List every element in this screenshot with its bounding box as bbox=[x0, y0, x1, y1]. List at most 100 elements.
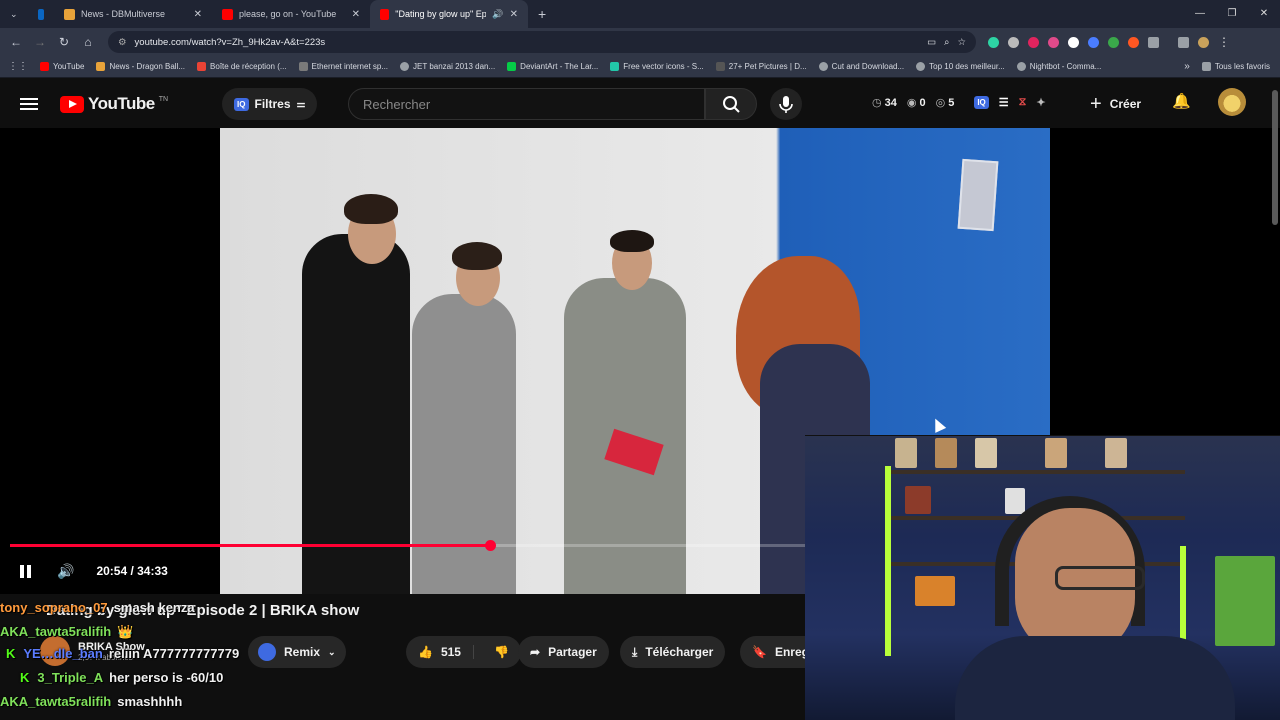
address-bar-row: ← → ↻ ⌂ ⚙ youtube.com/watch?v=Zh_9Hk2av-… bbox=[0, 28, 1280, 56]
bookmark-item[interactable]: JET banzai 2013 dan... bbox=[400, 62, 495, 71]
user-avatar[interactable] bbox=[1218, 88, 1246, 116]
search-input[interactable]: Rechercher bbox=[348, 88, 705, 120]
reload-icon[interactable]: ↻ bbox=[52, 35, 76, 49]
like-button[interactable]: 👍 515 bbox=[406, 645, 474, 659]
home-icon[interactable]: ⌂ bbox=[76, 35, 100, 49]
like-count: 515 bbox=[440, 645, 461, 659]
search-button[interactable] bbox=[705, 88, 757, 120]
shelf-item bbox=[975, 438, 997, 468]
menu-icon[interactable]: ⋮ bbox=[1218, 35, 1230, 49]
menu-icon[interactable] bbox=[20, 98, 38, 110]
webcam-overlay bbox=[805, 435, 1280, 720]
extension-icon[interactable] bbox=[988, 36, 999, 48]
bookmark-label: DeviantArt - The Lar... bbox=[520, 62, 599, 71]
progress-bar[interactable] bbox=[10, 540, 805, 551]
sliders-icon: ⚌ bbox=[296, 98, 306, 110]
bookmark-item[interactable]: Nightbot - Comma... bbox=[1016, 62, 1101, 71]
bookmark-item[interactable]: Top 10 des meilleur... bbox=[916, 62, 1005, 71]
tab-please-go-on[interactable]: please, go on - YouTube ✕ bbox=[212, 0, 370, 28]
filters-button[interactable]: IQ Filtres ⚌ bbox=[222, 88, 318, 120]
star-icon[interactable]: ☆ bbox=[957, 37, 966, 48]
sparkle-icon[interactable]: ✦ bbox=[1036, 96, 1045, 109]
close-window-icon[interactable]: ✕ bbox=[1248, 0, 1280, 28]
cast-icon[interactable]: ▭ bbox=[927, 37, 936, 48]
led-strip bbox=[885, 466, 891, 656]
close-icon[interactable]: ✕ bbox=[510, 9, 518, 20]
maximize-icon[interactable]: ❐ bbox=[1216, 0, 1248, 28]
extension-icon[interactable] bbox=[1048, 36, 1059, 48]
tab-dating-by-glow-up[interactable]: "Dating by glow up" Episod 🔊 ✕ bbox=[370, 0, 528, 28]
zoom-icon[interactable]: ⌕ bbox=[944, 37, 949, 48]
download-button[interactable]: ⤓ Télécharger bbox=[620, 636, 726, 668]
extension-icon[interactable] bbox=[1088, 36, 1099, 48]
volume-icon[interactable]: 🔊 bbox=[57, 563, 74, 580]
more-bookmarks-icon[interactable]: » bbox=[1184, 61, 1190, 72]
bookmark-item[interactable]: Ethernet internet sp... bbox=[298, 62, 388, 71]
page-icon bbox=[715, 62, 725, 71]
gmail-icon bbox=[197, 62, 207, 71]
bookmark-item[interactable]: YouTube bbox=[40, 62, 84, 71]
bookmark-item[interactable]: Cut and Download... bbox=[818, 62, 904, 71]
extension-icon[interactable] bbox=[1108, 36, 1119, 48]
close-icon[interactable]: ✕ bbox=[352, 9, 360, 20]
puzzle-icon[interactable] bbox=[1148, 36, 1159, 48]
create-button[interactable]: + Créer bbox=[1090, 88, 1141, 120]
eye-off-icon: ◎ bbox=[935, 97, 946, 109]
bookmark-item[interactable]: Boîte de réception (... bbox=[197, 62, 287, 71]
queue-icon[interactable]: ☰ bbox=[999, 96, 1009, 109]
page-scrollbar[interactable] bbox=[1272, 90, 1278, 225]
all-favorites-button[interactable]: Tous les favoris bbox=[1201, 62, 1270, 71]
extension-icon[interactable] bbox=[1068, 36, 1079, 48]
notifications-bell-icon[interactable]: 🔔 bbox=[1172, 92, 1191, 110]
extension-icon[interactable] bbox=[1008, 36, 1019, 48]
shelf-item bbox=[915, 576, 955, 606]
bookmark-item[interactable]: DeviantArt - The Lar... bbox=[507, 62, 598, 71]
extension-icon[interactable] bbox=[1128, 36, 1139, 48]
kick-badge-icon: K bbox=[6, 646, 16, 661]
voice-search-button[interactable] bbox=[770, 88, 802, 120]
tab-dbmultiverse[interactable]: News - DBMultiverse ✕ bbox=[54, 0, 212, 28]
profile-icon[interactable] bbox=[1198, 36, 1209, 48]
pause-icon[interactable] bbox=[20, 564, 31, 578]
apps-icon[interactable]: ⋮⋮ bbox=[8, 61, 28, 72]
url-field[interactable]: ⚙ youtube.com/watch?v=Zh_9Hk2av-A&t=223s… bbox=[108, 31, 976, 53]
bookmark-item[interactable]: Free vector icons - S... bbox=[610, 62, 704, 71]
shelf-item bbox=[905, 486, 931, 514]
new-tab-button[interactable]: + bbox=[528, 0, 556, 28]
bookmark-item[interactable]: 27+ Pet Pictures | D... bbox=[715, 62, 807, 71]
extension-icon[interactable]: ⧖ bbox=[1019, 96, 1027, 109]
back-icon[interactable]: ← bbox=[4, 35, 28, 49]
dragonball-icon bbox=[96, 62, 106, 71]
chat-username: tony_soprano_07 bbox=[0, 600, 108, 615]
linkedin-tab[interactable] bbox=[28, 0, 54, 28]
globe-icon bbox=[916, 62, 926, 71]
share-button[interactable]: ➦ Partager bbox=[518, 636, 609, 668]
audio-icon[interactable]: 🔊 bbox=[492, 9, 503, 20]
remix-button[interactable]: Remix ⌄ bbox=[248, 636, 346, 668]
remix-label: Remix bbox=[284, 645, 321, 659]
globe-icon bbox=[400, 62, 410, 71]
site-info-icon[interactable]: ⚙ bbox=[118, 37, 127, 48]
forward-icon[interactable]: → bbox=[28, 35, 52, 49]
iq-icon[interactable]: IQ bbox=[974, 96, 989, 109]
minimize-icon[interactable]: — bbox=[1184, 0, 1216, 28]
thumbs-down-icon[interactable]: 👎 bbox=[482, 645, 521, 659]
youtube-logo[interactable]: YouTube TN bbox=[60, 94, 168, 114]
bookmark-icon: 🔖 bbox=[752, 645, 767, 659]
bookmark-label: JET banzai 2013 dan... bbox=[413, 62, 496, 71]
bookmark-label: Top 10 des meilleur... bbox=[929, 62, 1005, 71]
progress-fill bbox=[10, 544, 491, 547]
eye-icon: ◉ bbox=[906, 97, 917, 109]
close-icon[interactable]: ✕ bbox=[194, 9, 202, 20]
search-icon bbox=[723, 96, 740, 113]
bookmark-item[interactable]: News - Dragon Ball... bbox=[96, 62, 185, 71]
youtube-icon bbox=[380, 8, 390, 20]
tab-list-button[interactable]: ⌄ bbox=[0, 0, 28, 28]
reading-list-icon[interactable] bbox=[1178, 36, 1189, 48]
download-label: Télécharger bbox=[645, 645, 714, 659]
create-label: Créer bbox=[1109, 97, 1142, 111]
chat-text: reliin A777777777779 bbox=[108, 646, 240, 661]
extension-icon[interactable] bbox=[1028, 36, 1039, 48]
save-button[interactable]: 🔖 Enreg bbox=[740, 636, 809, 668]
bookmark-label: Boîte de réception (... bbox=[210, 62, 287, 71]
